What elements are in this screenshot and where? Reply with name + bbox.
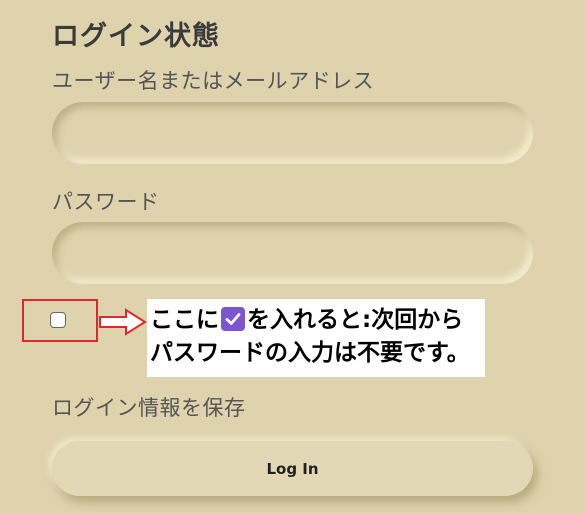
password-field[interactable] [52,222,533,284]
username-field[interactable] [52,102,533,164]
login-button[interactable]: Log In [52,441,533,496]
annotation-line-2: パスワードの入力は不要です。 [150,340,470,366]
remember-label: ログイン情報を保存 [52,396,246,420]
password-label: パスワード [52,190,160,214]
checkmark-icon [221,307,245,331]
annotation-line-1: ここに を入れると:次回から [150,304,485,337]
annotation-line1-after: を入れると:次回から [247,307,464,333]
page-title: ログイン状態 [52,21,220,52]
remember-me-checkbox[interactable] [50,312,66,328]
arrow-right-icon [99,308,147,336]
annotation-note: ここに を入れると:次回から パスワードの入力は不要です。 [147,299,485,377]
username-label: ユーザー名またはメールアドレス [52,69,375,93]
annotation-line1-before: ここに [150,307,219,333]
